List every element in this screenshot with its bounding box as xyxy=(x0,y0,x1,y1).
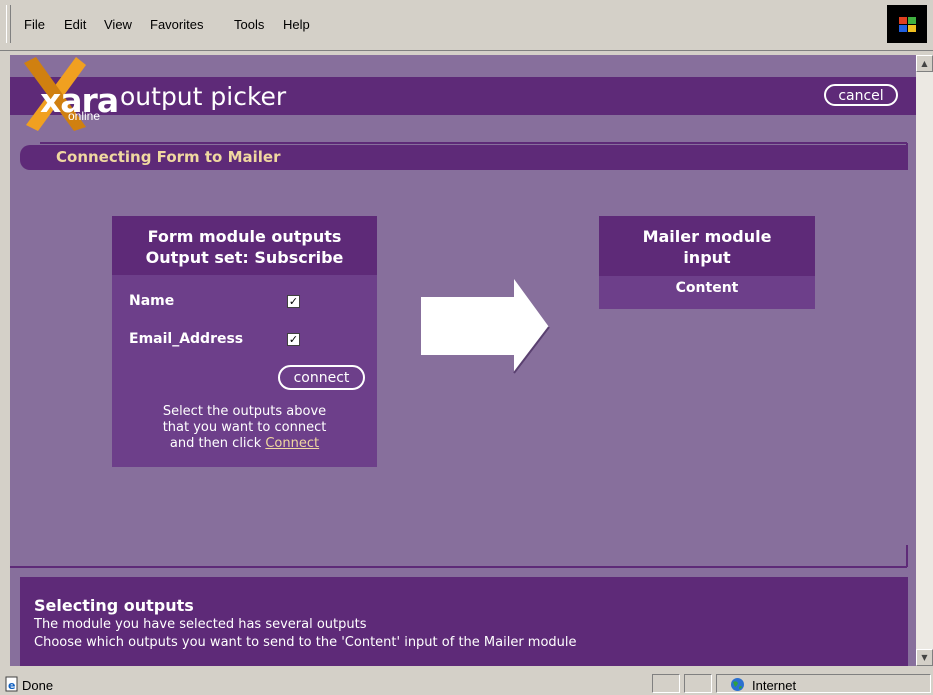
info-line1: The module you have selected has several… xyxy=(34,617,367,632)
scroll-down-icon[interactable]: ▼ xyxy=(916,649,933,666)
zone-pane xyxy=(716,674,931,693)
info-line2: Choose which outputs you want to send to… xyxy=(34,635,577,650)
scroll-up-icon[interactable]: ▲ xyxy=(916,55,933,72)
bottom-divider xyxy=(10,545,908,568)
page-content: xara online output picker cancel Connect… xyxy=(10,55,916,666)
windows-logo-icon xyxy=(887,5,927,43)
browser-statusbar: e Done Internet xyxy=(0,666,933,695)
zone-text: Internet xyxy=(752,678,797,693)
vertical-scrollbar[interactable]: ▲ ▼ xyxy=(916,55,933,666)
menu-help[interactable]: Help xyxy=(283,17,310,32)
status-pane xyxy=(652,674,680,693)
internet-globe-icon xyxy=(731,678,744,691)
menu-file[interactable]: File xyxy=(24,17,45,32)
status-text: Done xyxy=(22,678,54,693)
menu-edit[interactable]: Edit xyxy=(64,17,86,32)
help-info-panel: Selecting outputs The module you have se… xyxy=(20,577,908,666)
ie-page-icon: e xyxy=(5,676,18,692)
info-title: Selecting outputs xyxy=(34,596,194,615)
menu-view[interactable]: View xyxy=(104,17,132,32)
menu-tools[interactable]: Tools xyxy=(234,17,264,32)
status-pane xyxy=(684,674,712,693)
menu-favorites[interactable]: Favorites xyxy=(150,17,203,32)
toolbar-grip[interactable] xyxy=(6,5,11,43)
browser-menubar: File Edit View Favorites Tools Help xyxy=(0,0,933,51)
svg-text:e: e xyxy=(8,679,15,692)
